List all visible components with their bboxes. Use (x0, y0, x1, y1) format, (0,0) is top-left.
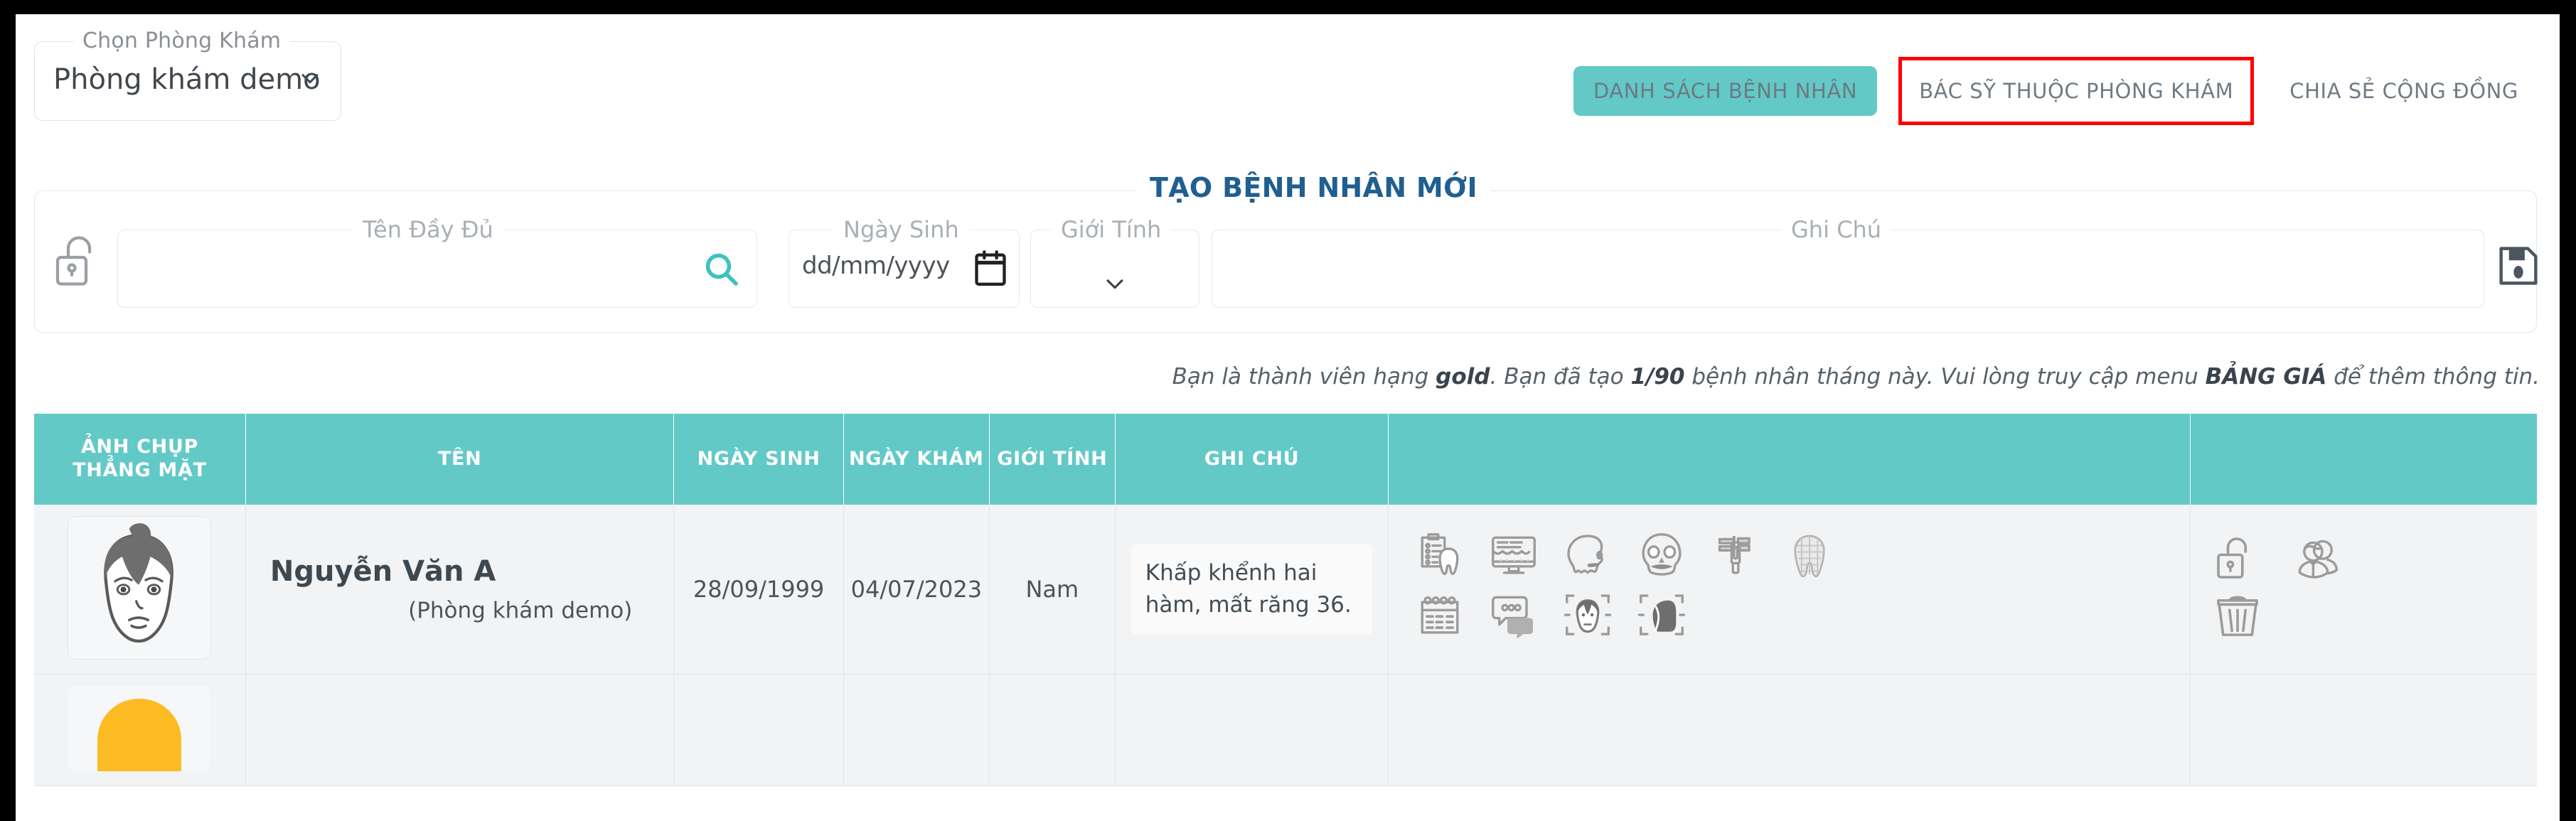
full-name-field[interactable]: Tên Đầy Đủ (117, 216, 757, 308)
th-note: GHI CHÚ (1115, 414, 1389, 505)
membership-tier: gold (1436, 364, 1490, 390)
table-header-row: ẢNH CHỤP THẲNG MẶT TÊN NGÀY SINH NGÀY KH… (34, 414, 2537, 505)
dental-chart-clipboard-icon[interactable] (1414, 530, 1465, 581)
clinic-selector-value: Phòng khám demo (53, 63, 321, 96)
face-scan-front-icon[interactable] (1562, 589, 1613, 640)
tooth-3d-icon[interactable] (1784, 530, 1835, 581)
membership-menu-name: BẢNG GIÁ (2205, 364, 2327, 390)
users-icon[interactable] (2292, 532, 2343, 584)
note-field[interactable]: Ghi Chú (1212, 216, 2484, 308)
th-exam-date: NGÀY KHÁM (843, 414, 990, 505)
gender-field[interactable]: Giới Tính (1030, 216, 1199, 308)
patient-gender (989, 674, 1116, 786)
chat-bubbles-icon[interactable] (1488, 589, 1539, 640)
patient-note-cell (1115, 674, 1389, 786)
tools-row-1 (1414, 530, 2190, 581)
th-gender: GIỚI TÍNH (989, 414, 1116, 505)
patient-note-cell: Khấp khểnh hai hàm, mất răng 36. (1115, 505, 1389, 675)
th-photo: ẢNH CHỤP THẲNG MẶT (34, 414, 246, 505)
patient-gender: Nam (989, 505, 1116, 675)
patient-name-cell (245, 674, 675, 786)
patient-dob: 28/09/1999 (673, 505, 844, 675)
patient-tools-cell (1388, 674, 2191, 786)
patient-exam-date (843, 674, 990, 786)
patient-face-avatar-2[interactable] (68, 686, 211, 771)
membership-count: 1/90 (1630, 364, 1685, 390)
avatar-hair-shape (97, 699, 182, 771)
patient-note: Khấp khểnh hai hàm, mất răng 36. (1131, 544, 1373, 634)
patients-table: ẢNH CHỤP THẲNG MẶT TÊN NGÀY SINH NGÀY KH… (34, 414, 2537, 786)
dob-field[interactable]: Ngày Sinh dd/mm/yyyy (789, 216, 1020, 308)
calendar-icon[interactable] (972, 249, 1009, 289)
create-patient-title: TẠO BỆNH NHÂN MỚI (1137, 172, 1490, 203)
membership-note: Bạn là thành viên hạng gold. Bạn đã tạo … (1172, 364, 2540, 390)
caliper-icon[interactable] (1710, 530, 1761, 581)
th-actions (2190, 414, 2537, 505)
face-scan-profile-icon[interactable] (1636, 589, 1687, 640)
full-name-label: Tên Đầy Đủ (353, 216, 503, 243)
patient-name: Nguyễn Văn A (269, 555, 496, 588)
main-nav: DANH SÁCH BỆNH NHÂN BÁC SỸ THUỘC PHÒNG K… (1573, 57, 2534, 125)
actions-row-2 (2212, 589, 2537, 640)
patient-tools-cell (1388, 505, 2191, 675)
table-row (34, 674, 2537, 786)
save-icon[interactable] (2496, 244, 2540, 288)
membership-note-part1: Bạn là thành viên hạng (1172, 364, 1436, 390)
skull-profile-icon[interactable] (1562, 530, 1613, 581)
note-label: Ghi Chú (1781, 216, 1892, 243)
th-tools (1388, 414, 2191, 505)
patient-actions-cell (2190, 505, 2537, 675)
patient-dob (673, 674, 844, 786)
chevron-down-icon[interactable] (1103, 272, 1127, 296)
dob-placeholder: dd/mm/yyyy (802, 252, 950, 280)
patient-face-avatar[interactable] (68, 516, 212, 660)
skull-front-icon[interactable] (1636, 530, 1687, 581)
nav-clinic-doctors-button[interactable]: BÁC SỸ THUỘC PHÒNG KHÁM (1898, 57, 2255, 125)
gender-label: Giới Tính (1051, 216, 1172, 243)
monitor-teeth-icon[interactable] (1488, 530, 1539, 581)
dob-label: Ngày Sinh (833, 216, 969, 243)
th-name: TÊN (245, 414, 675, 505)
patient-exam-date: 04/07/2023 (843, 505, 990, 675)
membership-note-part3: bệnh nhân tháng này. Vui lòng truy cập m… (1684, 364, 2206, 390)
th-dob: NGÀY SINH (673, 414, 844, 505)
chevron-down-icon[interactable] (298, 66, 322, 90)
patient-clinic: (Phòng khám demo) (408, 598, 633, 623)
patient-actions-cell (2190, 674, 2537, 786)
patient-photo-cell[interactable] (34, 674, 246, 786)
unlock-icon[interactable] (2212, 532, 2263, 584)
trash-icon[interactable] (2212, 589, 2263, 640)
top-bar: Chọn Phòng Khám Phòng khám demo DANH SÁC… (16, 14, 2560, 146)
calendar-icon[interactable] (1414, 589, 1465, 640)
patient-name-cell[interactable]: Nguyễn Văn A (Phòng khám demo) (245, 505, 675, 675)
nav-patient-list-button[interactable]: DANH SÁCH BỆNH NHÂN (1573, 66, 1878, 116)
unlock-icon[interactable] (50, 232, 107, 289)
clinic-selector[interactable]: Chọn Phòng Khám Phòng khám demo (34, 28, 341, 121)
clinic-selector-label: Chọn Phòng Khám (74, 28, 290, 53)
actions-row-1 (2212, 532, 2537, 584)
create-patient-panel: TẠO BỆNH NHÂN MỚI Tên Đầy Đủ Ngày Sinh d… (34, 172, 2540, 333)
nav-community-share-button[interactable]: CHIA SẺ CỘNG ĐỒNG (2274, 68, 2534, 114)
table-row: Nguyễn Văn A (Phòng khám demo) 28/09/199… (34, 505, 2537, 675)
patient-photo-cell[interactable] (34, 505, 246, 675)
app-root: Chọn Phòng Khám Phòng khám demo DANH SÁC… (16, 14, 2560, 821)
tools-row-2 (1414, 589, 2190, 640)
search-icon[interactable] (701, 249, 741, 289)
membership-note-part4: để thêm thông tin. (2326, 364, 2540, 390)
membership-note-part2: . Bạn đã tạo (1490, 364, 1631, 390)
